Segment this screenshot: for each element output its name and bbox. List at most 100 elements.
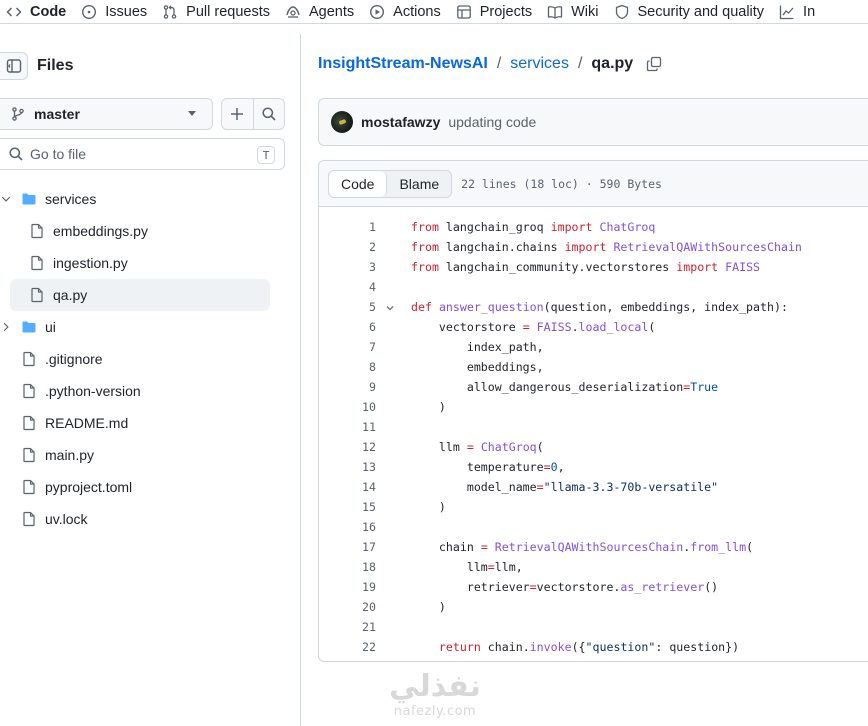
chevron-down-icon — [1, 196, 11, 202]
fold-chevron-icon[interactable] — [385, 303, 395, 313]
line-number[interactable]: 11 — [319, 417, 376, 437]
commit-message[interactable]: updating code — [448, 114, 536, 130]
code-token: as_retriever — [620, 580, 705, 594]
search-files-button[interactable] — [252, 99, 284, 129]
tree-file[interactable]: README.md — [0, 407, 290, 439]
code-line: 13 temperature=0, — [319, 457, 868, 477]
line-number[interactable]: 5 — [319, 297, 376, 317]
go-to-file-input[interactable]: Go to file T — [0, 138, 285, 170]
code-token: RetrievalQAWithSourcesChain — [494, 540, 684, 554]
line-number[interactable]: 14 — [319, 477, 376, 497]
code-token: llm, — [494, 560, 523, 574]
tab-pull-requests[interactable]: Pull requests — [156, 0, 279, 23]
tree-file[interactable]: main.py — [0, 439, 290, 471]
collapse-panel-button[interactable] — [0, 52, 28, 80]
code-line: 16 — [319, 517, 868, 537]
line-number[interactable]: 10 — [319, 397, 376, 417]
line-number[interactable]: 6 — [319, 317, 376, 337]
tree-item-label: ui — [45, 319, 56, 335]
line-number[interactable]: 15 — [319, 497, 376, 517]
code-text: chain = RetrievalQAWithSourcesChain.from… — [411, 537, 753, 557]
breadcrumb-folder-link[interactable]: services — [510, 55, 569, 73]
line-number[interactable]: 17 — [319, 537, 376, 557]
tab-wiki[interactable]: Wiki — [541, 0, 607, 23]
line-number[interactable]: 22 — [319, 637, 376, 657]
line-number[interactable]: 2 — [319, 237, 376, 257]
line-number[interactable]: 12 — [319, 437, 376, 457]
tree-file[interactable]: uv.lock — [0, 503, 290, 535]
file-icon — [23, 383, 35, 399]
code-token: llm — [411, 440, 467, 454]
tree-item-label: ingestion.py — [53, 255, 128, 271]
tree-file[interactable]: qa.py — [10, 279, 270, 311]
tree-folder[interactable]: services — [0, 183, 290, 215]
shield-icon — [615, 4, 628, 19]
code-token: = — [543, 460, 551, 474]
line-number[interactable]: 9 — [319, 377, 376, 397]
line-number[interactable]: 18 — [319, 557, 376, 577]
files-header: Files — [0, 52, 73, 80]
branch-selector[interactable]: master — [0, 98, 213, 130]
tab-in[interactable]: In — [773, 0, 824, 23]
code-token: return — [438, 640, 481, 654]
copy-path-button[interactable] — [646, 56, 662, 72]
code-text: ) — [411, 397, 446, 417]
line-number[interactable]: 4 — [319, 277, 376, 297]
code-text: return chain.invoke({"question": questio… — [411, 637, 739, 657]
code-text: def answer_question(question, embeddings… — [411, 297, 788, 317]
search-icon — [262, 107, 276, 121]
code-line: 3 from langchain_community.vectorstores i… — [319, 257, 868, 277]
tab-issues[interactable]: Issues — [75, 0, 156, 23]
line-number[interactable]: 8 — [319, 357, 376, 377]
code-view-button[interactable]: Code — [329, 170, 388, 197]
code-line: 15 ) — [319, 497, 868, 517]
code-token: from_llm — [690, 540, 747, 554]
code-text: from langchain_community.vectorstores im… — [411, 257, 760, 277]
tree-file[interactable]: .python-version — [0, 375, 290, 407]
tree-file[interactable]: .gitignore — [0, 343, 290, 375]
file-icon — [23, 511, 35, 527]
code-text: ) — [411, 497, 446, 517]
breadcrumb-repo-link[interactable]: InsightStream-NewsAI — [318, 55, 488, 73]
line-number[interactable]: 16 — [319, 517, 376, 537]
tab-label: In — [803, 3, 816, 20]
code-token: (question, embeddings, index_path): — [543, 300, 788, 314]
tab-actions[interactable]: Actions — [363, 0, 450, 23]
code-viewer: Code Blame 22 lines (18 loc) · 590 Bytes… — [318, 160, 868, 662]
shortcut-key: T — [257, 146, 275, 164]
code-token: ) — [411, 400, 446, 414]
tree-file[interactable]: ingestion.py — [0, 247, 290, 279]
line-number[interactable]: 19 — [319, 577, 376, 597]
line-number[interactable]: 3 — [319, 257, 376, 277]
tree-file[interactable]: embeddings.py — [0, 215, 290, 247]
tree-item-label: pyproject.toml — [45, 479, 133, 495]
tab-projects[interactable]: Projects — [450, 0, 541, 23]
add-file-button[interactable] — [222, 99, 253, 129]
code-token: temperature — [411, 460, 544, 474]
code-token: from — [411, 240, 439, 254]
file-icon — [31, 287, 43, 303]
blame-view-button[interactable]: Blame — [387, 171, 451, 197]
breadcrumb-separator: / — [577, 55, 583, 72]
commit-author[interactable]: mostafawzy — [361, 114, 440, 130]
code-token: ( — [536, 440, 544, 454]
code-token: import — [564, 240, 607, 254]
tree-file[interactable]: pyproject.toml — [0, 471, 290, 503]
line-number[interactable]: 1 — [319, 217, 376, 237]
tab-label: Projects — [479, 3, 533, 20]
avatar[interactable] — [331, 111, 353, 133]
folder-icon — [22, 193, 36, 205]
tab-agents[interactable]: Agents — [279, 0, 363, 23]
line-number[interactable]: 13 — [319, 457, 376, 477]
code-text: retriever=vectorstore.as_retriever() — [411, 577, 718, 597]
tree-folder[interactable]: ui — [0, 311, 290, 343]
line-number[interactable]: 7 — [319, 337, 376, 357]
code-text: model_name="llama-3.3-70b-versatile" — [411, 477, 718, 497]
line-number[interactable]: 20 — [319, 597, 376, 617]
tab-security-and-quality[interactable]: Security and quality — [608, 0, 774, 23]
code-line: 18 llm=llm, — [319, 557, 868, 577]
file-tree-sidebar: Files master Go to file T services embedd… — [0, 34, 301, 726]
line-number[interactable]: 21 — [319, 617, 376, 637]
tab-code[interactable]: Code — [0, 0, 75, 23]
